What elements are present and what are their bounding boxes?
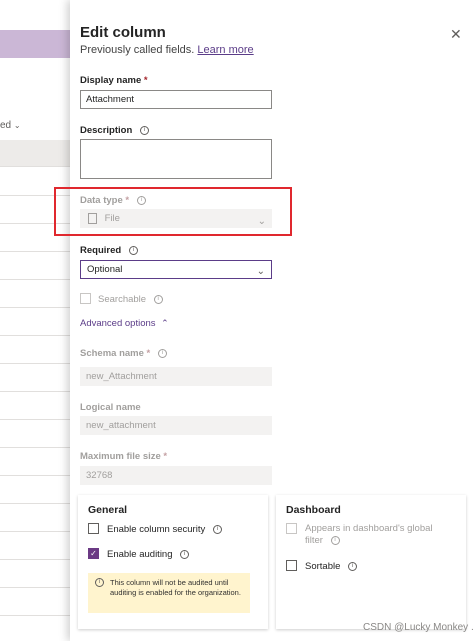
- background-grid-row: [0, 307, 70, 308]
- data-type-label-text: Data type: [80, 195, 123, 206]
- info-icon[interactable]: i: [153, 294, 163, 304]
- max-file-size-label: Maximum file size *: [80, 451, 167, 462]
- logical-name-input: new_attachment: [80, 416, 272, 435]
- description-label: Description i: [80, 125, 149, 136]
- close-icon[interactable]: ✕: [450, 26, 462, 43]
- appears-in-filter-label: Appears in dashboard's global filter i: [305, 523, 433, 547]
- info-icon[interactable]: i: [157, 348, 167, 358]
- info-icon[interactable]: i: [139, 125, 149, 135]
- appears-in-filter-text-2: filter: [305, 535, 323, 546]
- general-card: General Enable column security i ✓ Enabl…: [78, 495, 268, 629]
- searchable-label: Searchable i: [98, 294, 163, 305]
- edit-column-panel: Edit column Previously called fields. Le…: [54, 0, 474, 641]
- required-label: Required i: [80, 245, 138, 256]
- enable-auditing-checkbox[interactable]: ✓: [88, 548, 99, 559]
- appears-in-filter-checkbox[interactable]: [286, 523, 297, 534]
- schema-name-label: Schema name * i: [80, 348, 167, 359]
- enable-column-security-text: Enable column security: [107, 524, 206, 535]
- background-grid-row: [0, 559, 70, 560]
- advanced-options-label: Advanced options: [80, 318, 156, 329]
- learn-more-link[interactable]: Learn more: [197, 44, 253, 56]
- max-file-size-label-text: Maximum file size: [80, 451, 161, 462]
- info-icon[interactable]: i: [136, 195, 146, 205]
- background-grid-row: [0, 419, 70, 420]
- sortable-label: Sortable i: [305, 561, 358, 572]
- auditing-notice-text: This column will not be audited until au…: [110, 578, 241, 597]
- enable-column-security-checkbox[interactable]: [88, 523, 99, 534]
- chevron-down-icon: ⌄: [13, 121, 21, 130]
- background-grid-row: [0, 531, 70, 532]
- file-icon: [88, 212, 97, 224]
- searchable-checkbox[interactable]: [80, 293, 91, 304]
- background-grid-row: [0, 615, 70, 616]
- background-grid-row: [0, 503, 70, 504]
- subtitle-text: Previously called fields.: [80, 44, 195, 56]
- info-icon[interactable]: i: [330, 535, 340, 545]
- auditing-notice: i This column will not be audited until …: [88, 573, 250, 613]
- watermark: CSDN @Lucky Monkey .: [363, 622, 474, 633]
- logical-name-label: Logical name: [80, 402, 141, 413]
- description-textarea[interactable]: [80, 139, 272, 179]
- info-icon[interactable]: i: [180, 549, 190, 559]
- background-filter-label: ed: [0, 120, 12, 131]
- info-icon[interactable]: i: [128, 245, 138, 255]
- background-filter-text: ed ⌄: [0, 120, 21, 131]
- display-name-input[interactable]: Attachment: [80, 90, 272, 109]
- schema-name-input: new_Attachment: [80, 367, 272, 386]
- background-grid-row: [0, 391, 70, 392]
- searchable-label-text: Searchable: [98, 294, 147, 305]
- chevron-down-icon: ⌄: [257, 216, 266, 227]
- description-label-text: Description: [80, 125, 133, 136]
- dashboard-title: Dashboard: [286, 504, 341, 516]
- background-top-bar: [0, 0, 70, 30]
- required-select[interactable]: Optional ⌄: [80, 260, 272, 279]
- required-mark: *: [143, 75, 148, 86]
- required-mark: *: [125, 195, 130, 206]
- background-grid-row: [0, 279, 70, 280]
- background-grid-row: [0, 335, 70, 336]
- background-grid-row: [0, 447, 70, 448]
- required-label-text: Required: [80, 245, 122, 256]
- chevron-up-icon: ⌃: [161, 318, 169, 328]
- required-mark: *: [163, 451, 168, 462]
- required-mark: *: [146, 348, 151, 359]
- enable-auditing-label: Enable auditing i: [107, 549, 190, 560]
- schema-name-label-text: Schema name: [80, 348, 144, 359]
- background-grid-row: [0, 251, 70, 252]
- info-icon[interactable]: i: [348, 561, 358, 571]
- enable-column-security-label: Enable column security i: [107, 524, 222, 535]
- dashboard-card: Dashboard Appears in dashboard's global …: [276, 495, 466, 629]
- max-file-size-input: 32768: [80, 466, 272, 485]
- advanced-options-toggle[interactable]: Advanced options ⌃: [80, 318, 169, 329]
- sortable-text: Sortable: [305, 561, 341, 572]
- data-type-select: File ⌄: [80, 209, 272, 228]
- panel-title: Edit column: [80, 24, 166, 41]
- required-value: Optional: [87, 264, 123, 275]
- display-name-label-text: Display name: [80, 75, 142, 86]
- info-icon: i: [95, 578, 104, 587]
- background-selected-row: [0, 30, 70, 58]
- info-icon[interactable]: i: [212, 524, 222, 534]
- sortable-checkbox[interactable]: [286, 560, 297, 571]
- data-type-value: File: [104, 213, 120, 224]
- appears-in-filter-text: Appears in dashboard's global: [305, 523, 433, 534]
- background-grid-row: [0, 587, 70, 588]
- data-type-label: Data type * i: [80, 195, 146, 206]
- enable-auditing-text: Enable auditing: [107, 549, 173, 560]
- background-grid-row: [0, 475, 70, 476]
- display-name-label: Display name *: [80, 75, 148, 86]
- chevron-down-icon: ⌄: [256, 266, 265, 277]
- background-grid-row: [0, 166, 70, 167]
- panel-subtitle: Previously called fields. Learn more: [80, 44, 254, 56]
- background-grid-row: [0, 363, 70, 364]
- background-page: ed ⌄: [0, 0, 70, 641]
- background-grid-header: [0, 140, 70, 166]
- appears-in-filter-line2: filter i: [305, 535, 433, 547]
- general-title: General: [88, 504, 128, 516]
